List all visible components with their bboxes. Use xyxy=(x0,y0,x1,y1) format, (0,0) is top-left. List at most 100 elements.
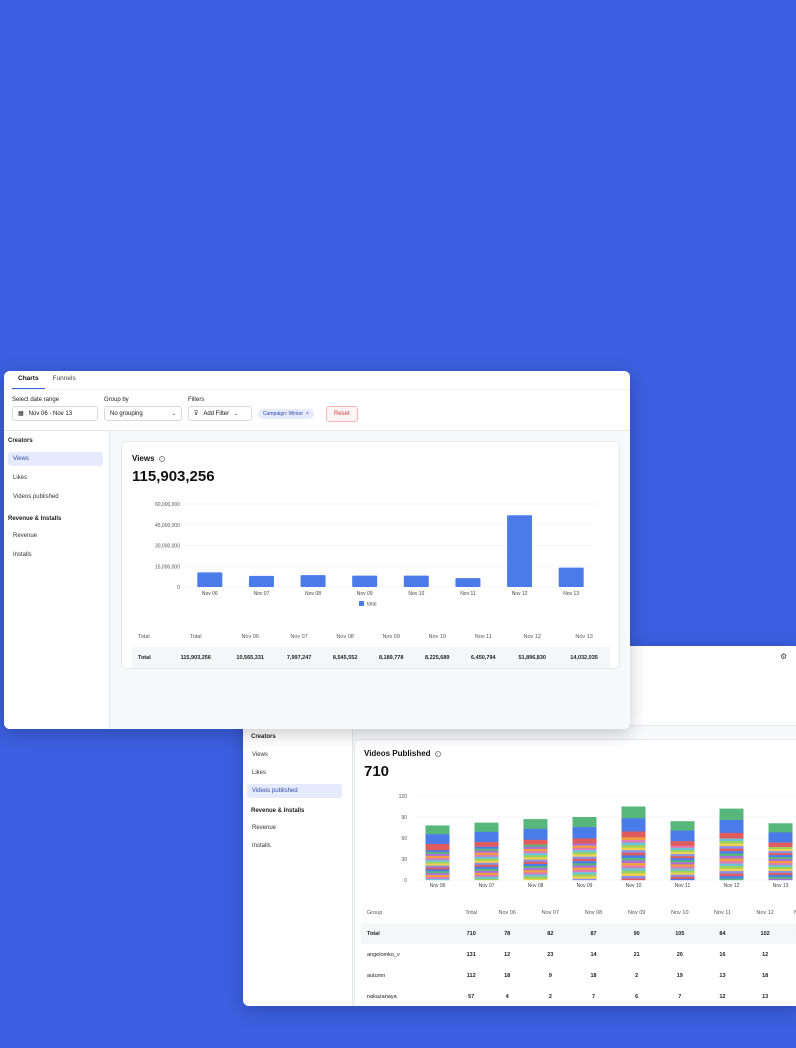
bar[interactable] xyxy=(197,572,223,587)
sidebar-item-likes[interactable]: Likes xyxy=(247,766,342,780)
bar-segment[interactable] xyxy=(670,872,695,875)
filter-chip[interactable]: Campaign: Winter × xyxy=(258,409,314,419)
bar-segment[interactable] xyxy=(425,854,450,857)
bar-segment[interactable] xyxy=(670,876,695,880)
bar-segment[interactable] xyxy=(719,871,744,874)
bar-segment[interactable] xyxy=(425,850,450,853)
bar-segment[interactable] xyxy=(474,862,499,865)
sidebar-item-revenue[interactable]: Revenue xyxy=(247,821,342,835)
bar-segment[interactable] xyxy=(474,866,499,870)
bar-segment[interactable] xyxy=(621,837,646,841)
bar-segment[interactable] xyxy=(572,865,597,868)
bar-segment[interactable] xyxy=(670,864,695,867)
bar-segment[interactable] xyxy=(425,859,450,862)
bar-segment[interactable] xyxy=(621,806,646,819)
column-header[interactable]: Nov 12 xyxy=(506,626,558,647)
bar-segment[interactable] xyxy=(670,874,695,877)
bar-segment[interactable] xyxy=(572,878,597,881)
gear-icon[interactable]: ⚙ xyxy=(780,652,787,661)
column-header[interactable]: Total xyxy=(132,626,167,647)
bar-segment[interactable] xyxy=(768,864,793,868)
bar-segment[interactable] xyxy=(572,858,597,862)
bar-segment[interactable] xyxy=(523,839,548,845)
bar-segment[interactable] xyxy=(621,839,646,843)
bar-segment[interactable] xyxy=(523,872,548,875)
bar-segment[interactable] xyxy=(621,818,646,832)
bar-segment[interactable] xyxy=(621,865,646,869)
column-header[interactable]: Nov 08 xyxy=(572,902,615,923)
bar[interactable] xyxy=(403,575,429,587)
bar-segment[interactable] xyxy=(572,856,597,860)
bar-segment[interactable] xyxy=(474,858,499,861)
bar-segment[interactable] xyxy=(523,876,548,879)
bar-segment[interactable] xyxy=(621,842,646,846)
bar-segment[interactable] xyxy=(719,848,744,852)
bar-segment[interactable] xyxy=(768,847,793,850)
add-filter-button[interactable]: ⊽ Add Filter ⌄ xyxy=(188,406,252,421)
bar-segment[interactable] xyxy=(768,872,793,876)
column-header[interactable]: Nov 13 xyxy=(558,626,610,647)
reset-button[interactable]: Reset xyxy=(326,406,358,422)
bar-segment[interactable] xyxy=(719,808,744,821)
bar-segment[interactable] xyxy=(621,850,646,854)
sidebar-item-views[interactable]: Views xyxy=(8,452,103,466)
bar-segment[interactable] xyxy=(670,854,695,857)
bar-segment[interactable] xyxy=(768,870,793,874)
bar-segment[interactable] xyxy=(768,823,793,833)
bar-segment[interactable] xyxy=(719,853,744,857)
bar-segment[interactable] xyxy=(523,853,548,856)
bar[interactable] xyxy=(248,575,274,587)
bar-segment[interactable] xyxy=(523,870,548,873)
bar-segment[interactable] xyxy=(572,876,597,879)
bar-segment[interactable] xyxy=(572,850,597,853)
bar-segment[interactable] xyxy=(670,847,695,851)
date-range-picker[interactable]: ▦ Nov 06 - Nov 13 xyxy=(12,406,98,421)
bar-segment[interactable] xyxy=(719,878,744,881)
column-header[interactable]: Nov 11 xyxy=(701,902,743,923)
bar-segment[interactable] xyxy=(425,863,450,866)
bar-segment[interactable] xyxy=(572,847,597,851)
bar-segment[interactable] xyxy=(621,875,646,879)
bar-segment[interactable] xyxy=(768,866,793,870)
bar-segment[interactable] xyxy=(768,862,793,866)
bar-segment[interactable] xyxy=(523,861,548,865)
bar-segment[interactable] xyxy=(523,851,548,854)
bar-segment[interactable] xyxy=(670,856,695,859)
column-header[interactable]: Nov 10 xyxy=(658,902,701,923)
bar-segment[interactable] xyxy=(523,848,548,852)
info-icon[interactable]: i xyxy=(434,750,441,757)
bar-segment[interactable] xyxy=(719,866,744,869)
bar-segment[interactable] xyxy=(719,838,744,842)
bar-segment[interactable] xyxy=(523,819,548,830)
bar-segment[interactable] xyxy=(523,844,548,848)
bar-segment[interactable] xyxy=(523,846,548,850)
bar-segment[interactable] xyxy=(719,856,744,859)
bar-segment[interactable] xyxy=(474,846,499,849)
bar-segment[interactable] xyxy=(425,825,450,835)
bar-segment[interactable] xyxy=(670,862,695,865)
bar-segment[interactable] xyxy=(425,843,450,849)
bar-segment[interactable] xyxy=(572,874,597,877)
column-header[interactable]: Nov xyxy=(787,902,796,923)
bar-segment[interactable] xyxy=(768,849,793,852)
bar-segment[interactable] xyxy=(719,832,744,839)
bar-segment[interactable] xyxy=(474,864,499,867)
info-icon[interactable]: i xyxy=(158,455,165,462)
sidebar-item-likes[interactable]: Likes xyxy=(8,471,103,485)
bar-segment[interactable] xyxy=(621,831,646,838)
bar-segment[interactable] xyxy=(425,878,450,881)
bar-segment[interactable] xyxy=(670,870,695,873)
bar-segment[interactable] xyxy=(474,872,499,876)
column-header[interactable]: Group xyxy=(361,902,457,923)
bar-segment[interactable] xyxy=(621,868,646,872)
bar-segment[interactable] xyxy=(425,871,450,874)
bar-segment[interactable] xyxy=(425,873,450,876)
bar-segment[interactable] xyxy=(572,838,597,844)
sidebar-item-views[interactable]: Views xyxy=(247,748,342,762)
bar-segment[interactable] xyxy=(670,858,695,861)
bar-segment[interactable] xyxy=(474,848,499,851)
bar-segment[interactable] xyxy=(719,863,744,867)
bar-segment[interactable] xyxy=(425,857,450,860)
column-header[interactable]: Nov 06 xyxy=(224,626,276,647)
bar-segment[interactable] xyxy=(670,845,695,849)
